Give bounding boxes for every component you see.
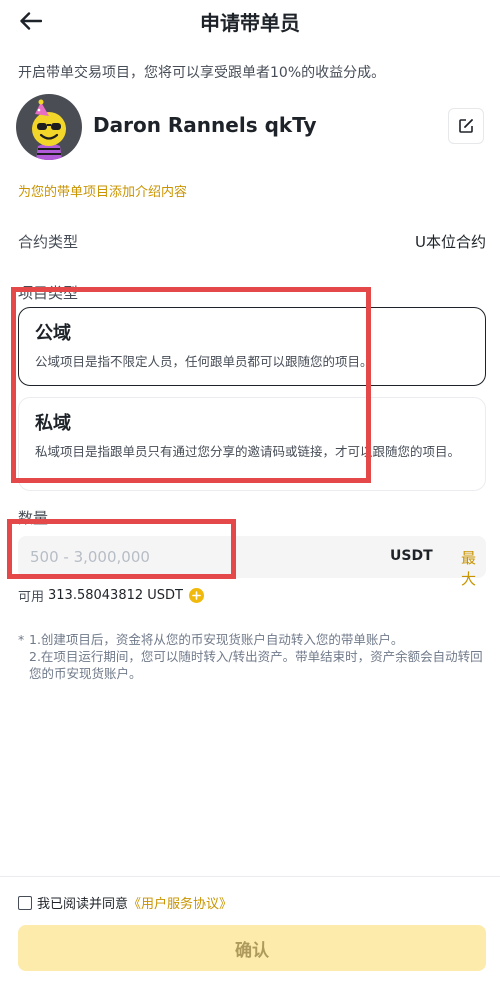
option-description: 私域项目是指跟单员只有通过您分享的邀请码或链接，才可以跟随您的项目。: [35, 444, 461, 459]
available-balance: 可用 313.58043812 USDT: [18, 586, 204, 605]
plus-icon[interactable]: [188, 588, 204, 603]
option-name: 私域: [35, 413, 71, 434]
agreement-row: 我已阅读并同意 《用户服务协议》: [18, 893, 232, 912]
project-type-option-private[interactable]: 私域 私域项目是指跟单员只有通过您分享的邀请码或链接，才可以跟随您的项目。: [18, 397, 486, 491]
amount-label: 数量: [18, 509, 49, 527]
confirm-button[interactable]: 确认: [18, 925, 486, 971]
contract-type-value: U本位合约: [415, 233, 486, 251]
agreement-text: 我已阅读并同意: [37, 897, 129, 912]
top-bar: 申请带单员: [0, 0, 500, 42]
contract-type-row[interactable]: 合约类型 U本位合约: [18, 231, 486, 253]
amount-field[interactable]: USDT 最大: [18, 536, 486, 588]
avatar[interactable]: [16, 94, 82, 160]
notes-bullet: *: [18, 632, 25, 647]
project-type-label: 项目类型: [18, 284, 79, 302]
project-type-option-public[interactable]: 公域 公域项目是指不限定人员，任何跟单员都可以跟随您的项目。: [18, 307, 486, 386]
page-title: 申请带单员: [200, 11, 300, 35]
edit-profile-button[interactable]: [448, 108, 484, 144]
agreement-checkbox[interactable]: [18, 895, 32, 910]
intro-text: 开启带单交易项目，您将可以享受跟单者10%的收益分成。: [18, 65, 386, 81]
arrow-left-icon: [20, 12, 42, 30]
option-name: 公域: [35, 323, 71, 344]
edit-icon: [459, 119, 473, 133]
user-agreement-link[interactable]: 《用户服务协议》: [128, 893, 232, 912]
note-line: 1.创建项目后，资金将从您的币安现货账户自动转入您的带单账户。: [29, 632, 404, 647]
available-value: 313.58043812 USDT: [48, 588, 183, 603]
notes: * 1.创建项目后，资金将从您的币安现货账户自动转入您的带单账户。 2.在项目运…: [18, 631, 488, 682]
amount-unit: USDT: [390, 548, 433, 564]
divider: [0, 876, 500, 877]
max-button[interactable]: 最大: [461, 547, 486, 589]
note-line: 2.在项目运行期间，您可以随时转入/转出资产。带单结束时，资产余额会自动转回您的…: [29, 649, 483, 681]
amount-input[interactable]: [30, 536, 330, 578]
back-button[interactable]: [20, 8, 50, 34]
username: Daron Rannels qkTy: [93, 113, 317, 137]
available-label: 可用: [18, 590, 45, 605]
add-intro-link[interactable]: 为您的带单项目添加介绍内容: [18, 181, 187, 200]
contract-type-label: 合约类型: [18, 233, 79, 251]
option-description: 公域项目是指不限定人员，任何跟单员都可以跟随您的项目。: [35, 354, 373, 369]
